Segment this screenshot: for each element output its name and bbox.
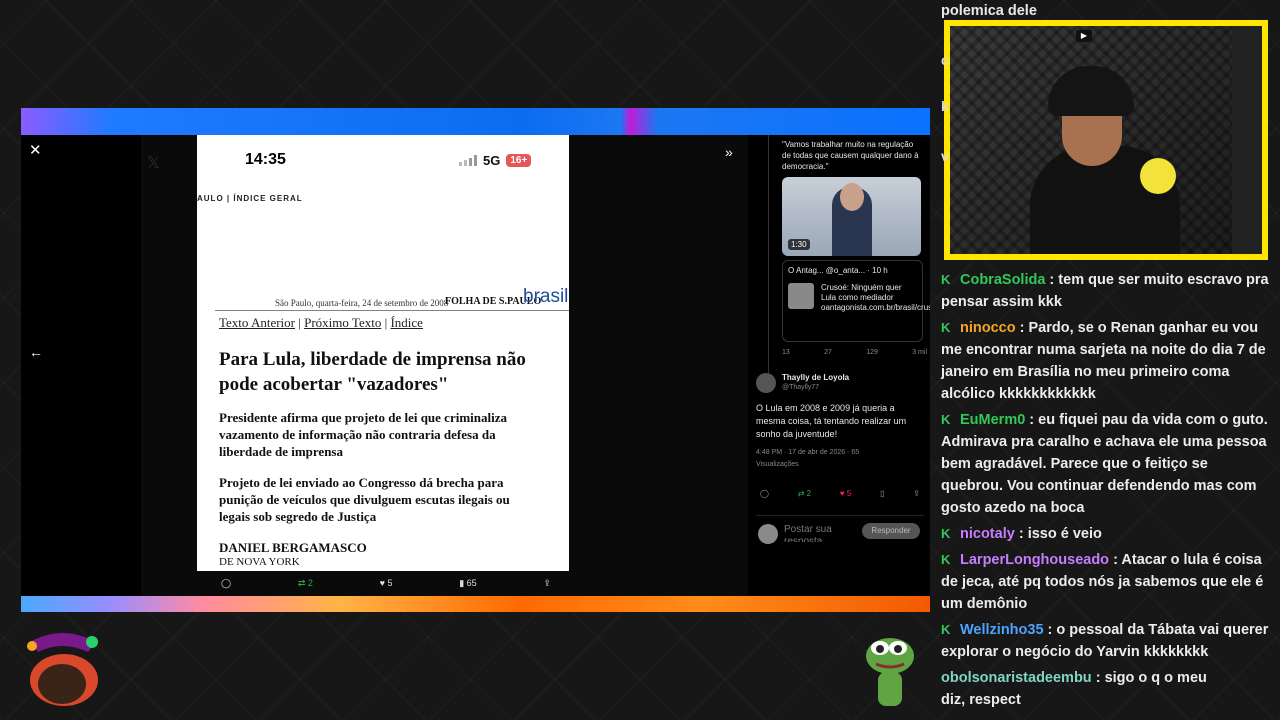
chat-username[interactable]: CobraSolida [960, 272, 1045, 288]
chat-username[interactable]: Wellzinho35 [960, 622, 1044, 638]
tweet-actions: ◯ ⇄ 2 ♥ 5 ▯ ⇪ [760, 489, 920, 498]
bookmark-icon[interactable]: ▯ [880, 489, 884, 498]
index-header: AULO | ÍNDICE GERAL [197, 194, 303, 203]
video-person-head [840, 183, 864, 211]
like-count: 5 [387, 578, 393, 588]
kick-icon: K [941, 526, 951, 541]
like-action[interactable]: ♥ 5 [380, 578, 393, 589]
arrow-left-icon[interactable]: ← [29, 344, 43, 360]
quoted-header: O Antag... @o_anta... · 10 h [788, 266, 888, 275]
retweet-count: 2 [307, 578, 313, 588]
chat-username[interactable]: nicotaly [960, 526, 1015, 542]
section-name: brasil [523, 286, 569, 307]
media-actions: ◯ ⇄ 2 ♥ 5 ▮ 65 ⇪ [221, 578, 551, 589]
heart-icon[interactable]: ♥ 5 [840, 489, 851, 498]
video-duration: 1:30 [788, 239, 810, 250]
article-nav: Texto Anterior | Próximo Texto | Índice [219, 315, 423, 330]
retweet-icon[interactable]: ⇄ 2 [798, 489, 811, 498]
avatar [758, 524, 778, 544]
chat-username[interactable]: ninocco [960, 320, 1016, 336]
headline: Para Lula, liberdade de imprensa não pod… [219, 349, 526, 395]
thread-line [768, 135, 769, 375]
tweet-like-count: 5 [846, 489, 852, 498]
chat-message: Kninocco : Pardo, se o Renan ganhar eu v… [941, 317, 1271, 405]
kick-icon: K [941, 622, 951, 637]
reply-icon[interactable]: ◯ [221, 578, 231, 589]
signal-icon [459, 155, 477, 166]
tweet-retweet-count: 2 [806, 489, 812, 498]
prev-text-link[interactable]: Texto Anterior [219, 315, 295, 330]
chat-message: K CobraSolida : tem que ser muito escravo… [941, 269, 1271, 313]
chat-panel: polemica dele c k v K CobraSolida : tem q… [941, 0, 1273, 720]
video-thumbnail[interactable]: 1:30 [782, 177, 921, 256]
chat-fragment: v [941, 148, 949, 164]
dateline: São Paulo, quarta-feira, 24 de setembro … [275, 298, 449, 308]
views-action[interactable]: ▮ 65 [459, 578, 476, 589]
chat-message: K Wellzinho35 : o pessoal da Tábata vai q… [941, 619, 1271, 663]
network-label: 5G [483, 153, 501, 168]
chat-text: isso é veio [1027, 526, 1102, 542]
chat-fragment: k [941, 98, 949, 114]
byline-place: DE NOVA YORK [219, 556, 300, 568]
reply-input[interactable]: Postar sua resposta [784, 524, 854, 542]
reply-button[interactable]: Responder [862, 523, 920, 539]
quoted-statement: "Vamos trabalhar muito na regulação de t… [782, 140, 919, 171]
chat-username[interactable]: obolsonaristadeembu [941, 670, 1092, 686]
divider [215, 310, 569, 311]
stat-replies[interactable]: 13 [782, 349, 790, 356]
chat-text: sigo o q o meu [1104, 670, 1207, 686]
newspaper-image: 14:35 5G 16+ AULO | ÍNDICE GERAL São Pau… [197, 135, 569, 571]
chat-username[interactable]: LarperLonghouseado [960, 552, 1109, 568]
chat-message: K LarperLonghouseado : Atacar o lula é co… [941, 549, 1271, 615]
author-name: Thaylly de Loyola [782, 373, 850, 382]
bottom-gradient-bar [21, 596, 930, 612]
share-icon[interactable]: ⇪ [543, 578, 551, 589]
stat-retweets[interactable]: 27 [824, 349, 832, 356]
tweet-meta: 4:48 PM · 17 de abr de 2026 · 65 [756, 449, 860, 456]
chat-message: Knicotaly : isso é veio [941, 523, 1271, 545]
phone-time: 14:35 [245, 151, 286, 168]
avatar[interactable] [756, 373, 776, 393]
mascot-sticker [27, 633, 98, 706]
quoted-thumb [788, 283, 814, 309]
next-text-link[interactable]: Próximo Texto [304, 315, 381, 330]
subheadline-1: Presidente afirma que projeto de lei que… [219, 410, 507, 459]
chat-username[interactable]: EuMerm0 [960, 412, 1025, 428]
close-icon[interactable]: ✕ [29, 143, 43, 158]
retweet-action[interactable]: ⇄ 2 [298, 578, 313, 589]
quoted-tweet-card[interactable]: O Antag... @o_anta... · 10 h Crusoé: Nin… [782, 260, 930, 342]
index-link[interactable]: Índice [390, 315, 422, 330]
top-gradient-bar [21, 108, 930, 135]
quoted-text: Crusoé: Ninguém quer Lula como mediador … [821, 283, 930, 312]
chat-text-continued: diz, respect [941, 692, 1021, 708]
phone-status: 5G 16+ [459, 153, 532, 168]
reply-icon[interactable]: ◯ [760, 489, 769, 498]
chat-message: K EuMerm0 : eu fiquei pau da vida com o g… [941, 409, 1271, 519]
reply-composer: Postar sua resposta Responder [756, 515, 924, 546]
author-handle: @Thaylly77 [782, 384, 820, 391]
subheadline-2: Projeto de lei enviado ao Congresso dá b… [219, 475, 510, 524]
views-count: 65 [466, 578, 477, 588]
battery-badge: 16+ [506, 154, 532, 167]
pepe-sticker [866, 638, 914, 706]
chat-cut-text: polemica dele [941, 3, 1037, 19]
stat-views[interactable]: 3 mil [912, 349, 927, 356]
x-logo-ghost: 𝕏 [147, 155, 160, 172]
kick-icon: K [941, 412, 951, 427]
chat-fragment: c [941, 52, 949, 68]
chat-message: obolsonaristadeembu : sigo o q o meu [941, 670, 1207, 686]
kick-icon: K [941, 272, 951, 287]
kick-icon: K [941, 320, 951, 335]
stat-likes[interactable]: 129 [866, 349, 878, 356]
quoted-stats: 13 27 129 3 mil [782, 349, 927, 356]
views-label: Visualizações [756, 461, 799, 468]
byline: DANIEL BERGAMASCO [219, 540, 367, 555]
tweet-column: "Vamos trabalhar muito na regulação de t… [748, 135, 930, 596]
share-icon[interactable]: ⇪ [913, 489, 920, 498]
stream-screen: 𝕏 ✕ ← » 14:35 5G 16+ AULO | ÍNDICE GERAL… [21, 108, 930, 612]
expand-icon[interactable]: » [725, 144, 733, 160]
tweet-text: O Lula em 2008 e 2009 já queria a mesma … [756, 403, 907, 439]
kick-icon: K [941, 552, 951, 567]
